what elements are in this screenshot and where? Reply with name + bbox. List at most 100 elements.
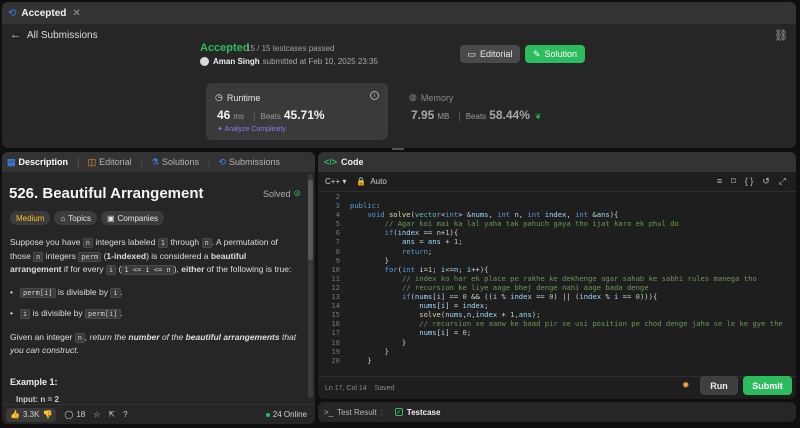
leaf-icon: ❦	[534, 112, 542, 121]
share-icon[interactable]: ⇱	[108, 410, 115, 419]
problem-tabs: ▤ Description | ◫ Editorial | ⚗ Solutions | ⟲ S…	[2, 152, 315, 172]
code-line: nums[i] = index;	[419, 301, 489, 311]
run-button[interactable]: Run	[700, 376, 738, 395]
tab-submissions[interactable]: ⟲ Submissions	[218, 157, 280, 168]
comment-count: 18	[76, 410, 86, 419]
testcase-label: Testcase	[406, 407, 441, 417]
text: Suppose you have	[10, 237, 83, 247]
tab-editorial[interactable]: ◫ Editorial |	[88, 157, 143, 168]
solved-label: Solved	[263, 188, 291, 199]
history-icon: ⟲	[218, 156, 226, 167]
analyze-complexity-label: Analyze Complexity	[224, 126, 286, 133]
test-result-label: Test Result	[337, 407, 377, 417]
solved-badge: Solved ⊘	[263, 188, 301, 199]
memory-card[interactable]: ◍ Memory 7.95 MB | Beats 58.44% ❦	[400, 83, 580, 140]
saved-status: Saved	[374, 384, 395, 392]
inline-code: i	[20, 309, 31, 319]
code-lines[interactable]: public: void solve(vector<int> &nums, in…	[350, 192, 783, 375]
code-editor[interactable]: 2 3 4 5 6 7 8 9 10 11 12 13 14 15 16 17 18 19 20 public: v…	[318, 192, 796, 375]
submit-button[interactable]: Submit	[743, 376, 792, 395]
line-number: 2	[335, 192, 340, 201]
like-button[interactable]: 👍 3.3K 👎	[6, 407, 57, 422]
list-item: i is divisible by perm[i].	[10, 307, 300, 321]
panel-resize-handle[interactable]	[392, 148, 404, 150]
text: of the following is true:	[204, 264, 292, 274]
cursor-position: Ln 17, Col 14	[325, 384, 367, 392]
memory-beats-pct: 58.44%	[489, 108, 530, 122]
text: integers	[43, 250, 79, 261]
scrollbar-thumb[interactable]	[308, 180, 313, 260]
comments-button[interactable]: ◯ 18	[64, 410, 85, 419]
description-scrollbar[interactable]	[308, 174, 313, 398]
problem-tags: Medium ⌂ Topics ▣ Companies	[10, 211, 165, 225]
code-tab[interactable]: </> Code	[318, 152, 796, 172]
code-icon: </>	[324, 157, 338, 167]
text: .	[120, 286, 123, 297]
info-icon[interactable]: i	[370, 91, 379, 100]
tab-accepted[interactable]: Accepted	[21, 8, 66, 19]
inline-code: 1	[157, 238, 168, 248]
metric-separator: |	[458, 111, 461, 121]
problem-description: Suppose you have n integers labeled 1 th…	[10, 236, 300, 366]
text: Given an integer	[10, 331, 75, 342]
line-number: 15	[331, 310, 340, 320]
tab-description-label: Description	[18, 157, 69, 167]
solution-button[interactable]: ✎ Solution	[525, 45, 585, 63]
tag-icon: ⌂	[60, 213, 66, 223]
text: .	[120, 308, 123, 318]
inline-code: i	[110, 287, 121, 298]
user-name[interactable]: Aman Singh	[213, 57, 260, 66]
tab-description[interactable]: ▤ Description |	[7, 157, 80, 168]
tab-solutions[interactable]: ⚗ Solutions |	[151, 157, 210, 168]
inline-code: i	[105, 265, 117, 275]
problem-title[interactable]: 526. Beautiful Arrangement	[9, 185, 204, 202]
editorial-button[interactable]: ▭ Editorial	[460, 45, 520, 63]
help-icon[interactable]: ?	[123, 410, 127, 419]
avatar[interactable]	[200, 57, 209, 66]
mode-label[interactable]: Auto	[370, 177, 386, 186]
flask-icon: ⚗	[150, 156, 160, 167]
braces-icon[interactable]: { }	[745, 176, 754, 187]
language-label: C++	[325, 177, 341, 186]
runtime-metric: 46 ms | Beats 45.71%	[217, 108, 325, 122]
close-icon[interactable]: ✕	[72, 8, 80, 19]
tab-testcase[interactable]: ✓ Testcase	[394, 407, 441, 417]
condition-list: perm[i] is divisible by i. i is divisibl…	[10, 286, 300, 321]
format-icon[interactable]: ≡	[717, 176, 722, 187]
bold-text: 1-indexed	[106, 250, 147, 261]
bug-icon[interactable]: ✹	[682, 380, 690, 391]
line-number: 6	[335, 228, 340, 238]
text: through	[167, 237, 202, 247]
expand-icon[interactable]: ⤢	[779, 176, 786, 187]
language-select[interactable]: C++ ▾	[325, 177, 346, 186]
difficulty-badge: Medium	[10, 211, 51, 225]
code-line: }	[350, 355, 372, 365]
line-number: 12	[331, 282, 340, 292]
reset-icon[interactable]: ↺	[762, 176, 770, 187]
thumbs-down-icon[interactable]: 👎	[42, 410, 52, 419]
text: if for every	[61, 264, 106, 274]
link-icon[interactable]: ⛓	[774, 29, 788, 42]
companies-chip[interactable]: ▣ Companies	[100, 211, 165, 225]
line-number: 3	[335, 201, 340, 211]
runtime-beats-pct: 45.71%	[283, 108, 325, 122]
bookmark-icon[interactable]: ⌑	[731, 176, 736, 187]
back-arrow-icon[interactable]: ←	[10, 29, 21, 41]
list-item: perm[i] is divisible by i.	[10, 286, 300, 300]
runtime-card[interactable]: ◷ Runtime i 46 ms | Beats 45.71% ✦ Analy…	[206, 83, 388, 140]
problem-panel: ▤ Description | ◫ Editorial | ⚗ Solutions | ⟲ S…	[2, 152, 315, 424]
runtime-beats-label: Beats	[260, 112, 281, 121]
memory-metric: 7.95 MB | Beats 58.44% ❦	[411, 108, 542, 122]
analyze-complexity-link[interactable]: ✦ Analyze Complexity	[217, 125, 286, 133]
code-line: if(index == n+1){	[384, 228, 459, 238]
runtime-value: 46	[217, 108, 231, 122]
memory-icon: ◍	[409, 92, 417, 102]
example-title: Example 1:	[10, 377, 58, 387]
all-submissions-link[interactable]: All Submissions	[27, 30, 98, 41]
tab-test-result[interactable]: >_ Test Result |	[324, 408, 387, 417]
topics-chip[interactable]: ⌂ Topics	[54, 211, 97, 225]
tab-solutions-label: Solutions	[162, 157, 200, 167]
inline-code: perm	[78, 251, 102, 262]
star-icon[interactable]: ☆	[93, 410, 100, 419]
tab-editorial-label: Editorial	[99, 157, 132, 167]
